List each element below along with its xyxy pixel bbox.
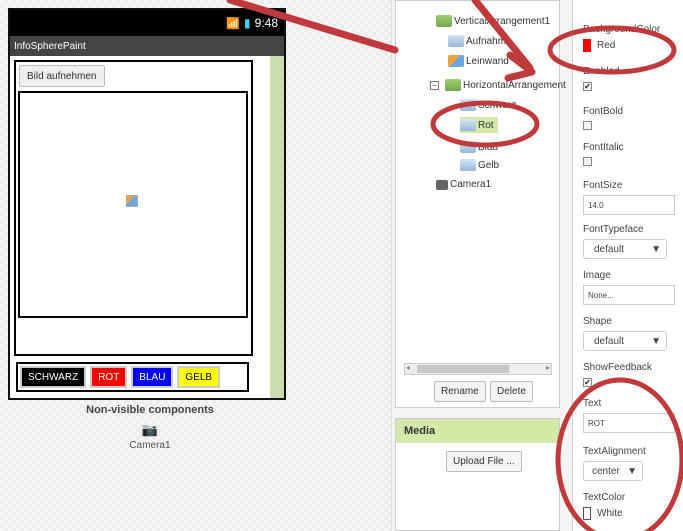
font-bold-checkbox[interactable]	[583, 121, 592, 130]
font-size-input[interactable]: 14.0	[583, 195, 675, 215]
take-photo-button[interactable]: Bild aufnehmen	[19, 65, 105, 87]
upload-file-button[interactable]: Upload File ...	[446, 451, 522, 472]
horizontal-arrangement[interactable]: SCHWARZ ROT BLAU GELB	[16, 362, 249, 392]
prop-background-color[interactable]: BackgroundColor Red	[583, 24, 660, 52]
battery-icon: ▮	[244, 16, 251, 30]
tree-item-rot[interactable]: Rot	[460, 117, 498, 133]
components-panel: VerticalArrangement1 Aufnahme Leinwand −…	[395, 0, 566, 408]
status-bar: 📶 ▮ 9:48	[10, 10, 284, 36]
tree-item-aufnahme[interactable]: Aufnahme	[448, 35, 512, 47]
app-title: InfoSpherePaint	[10, 36, 284, 56]
red-button[interactable]: ROT	[90, 366, 128, 388]
media-title: Media	[396, 419, 559, 443]
screen-scrollbar[interactable]	[270, 56, 284, 398]
button-icon	[448, 35, 464, 47]
phone-preview: 📶 ▮ 9:48 InfoSpherePaint Bild aufnehmen …	[8, 8, 286, 400]
prop-font-typeface: FontTypeface default ▼	[583, 224, 667, 259]
arrangement-icon	[436, 15, 452, 27]
color-swatch[interactable]	[583, 39, 591, 52]
tree-item-gelb[interactable]: Gelb	[460, 159, 499, 171]
tree-item-camera[interactable]: Camera1	[436, 179, 491, 190]
designer-viewer: 📶 ▮ 9:48 InfoSpherePaint Bild aufnehmen …	[0, 0, 392, 531]
scroll-right-icon[interactable]: ▸	[546, 363, 550, 372]
signal-icon: 📶	[226, 17, 241, 30]
font-typeface-select[interactable]: default ▼	[583, 239, 667, 259]
canvas-icon	[448, 55, 464, 67]
dropdown-arrow-icon: ▼	[627, 465, 637, 477]
collapse-icon[interactable]: −	[430, 80, 439, 90]
button-icon	[460, 99, 476, 111]
enabled-checkbox[interactable]: ✔	[583, 82, 592, 91]
dropdown-arrow-icon: ▼	[651, 243, 661, 255]
tree-item-blau[interactable]: Blau	[460, 141, 498, 153]
tree-item-vertical-arrangement[interactable]: VerticalArrangement1	[436, 15, 550, 27]
prop-font-size: FontSize 14.0	[583, 180, 675, 215]
camera-label: Camera1	[129, 440, 171, 451]
dropdown-arrow-icon: ▼	[651, 335, 661, 347]
media-panel: Media Upload File ...	[395, 418, 560, 531]
tree-item-leinwand[interactable]: Leinwand	[448, 55, 509, 67]
tree-horizontal-scrollbar[interactable]: ◂ ▸	[404, 363, 552, 375]
prop-text-alignment: TextAlignment center ▼	[583, 446, 646, 481]
properties-panel: BackgroundColor Red Enabled ✔ FontBold F…	[572, 0, 683, 531]
rename-button[interactable]: Rename	[434, 381, 486, 402]
yellow-button[interactable]: GELB	[177, 366, 221, 388]
text-input[interactable]: ROT	[583, 413, 675, 433]
prop-show-feedback: ShowFeedback ✔	[583, 362, 652, 387]
image-input[interactable]: None...	[583, 285, 675, 305]
camera-icon[interactable]: 📷	[0, 422, 300, 438]
prop-text-color: TextColor White	[583, 492, 626, 520]
shape-select[interactable]: default ▼	[583, 331, 667, 351]
black-button[interactable]: SCHWARZ	[20, 366, 87, 388]
button-icon	[460, 159, 476, 171]
show-feedback-checkbox[interactable]: ✔	[583, 378, 592, 387]
delete-button[interactable]: Delete	[490, 381, 533, 402]
tree-item-horizontal-arrangement[interactable]: − HorizontalArrangement	[430, 79, 566, 91]
background-color-value[interactable]: Red	[597, 40, 615, 51]
text-alignment-select[interactable]: center ▼	[583, 461, 643, 481]
prop-font-bold: FontBold	[583, 106, 623, 133]
button-icon	[460, 141, 476, 153]
vertical-arrangement[interactable]: Bild aufnehmen	[14, 60, 253, 356]
scroll-left-icon[interactable]: ◂	[406, 363, 410, 372]
non-visible-title: Non-visible components	[86, 404, 214, 416]
prop-image: Image None...	[583, 270, 675, 305]
image-placeholder-icon	[126, 195, 138, 207]
prop-font-italic: FontItalic	[583, 142, 624, 169]
screen-area: Bild aufnehmen SCHWARZ ROT BLAU GELB	[10, 56, 284, 398]
text-color-value[interactable]: White	[597, 508, 623, 519]
tree-item-schwarz[interactable]: Schwarz	[460, 99, 516, 111]
scroll-thumb[interactable]	[417, 365, 509, 373]
non-visible-components: Non-visible components 📷 Camera1	[0, 404, 300, 451]
prop-shape: Shape default ▼	[583, 316, 667, 351]
button-icon	[460, 119, 476, 131]
canvas[interactable]	[18, 91, 248, 318]
arrangement-icon	[445, 79, 461, 91]
font-italic-checkbox[interactable]	[583, 157, 592, 166]
prop-text: Text ROT	[583, 398, 675, 433]
blue-button[interactable]: BLAU	[131, 366, 174, 388]
color-swatch[interactable]	[583, 507, 591, 520]
clock: 9:48	[254, 16, 278, 30]
prop-enabled: Enabled ✔	[583, 66, 620, 91]
camera-icon	[436, 179, 448, 190]
